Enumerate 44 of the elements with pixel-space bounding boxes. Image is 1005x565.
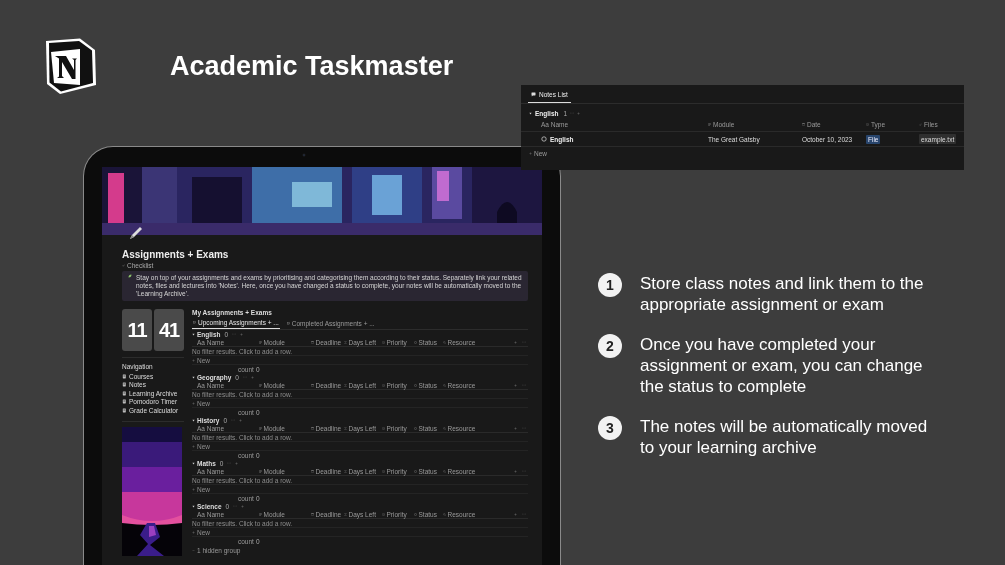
page-icon: [122, 373, 127, 379]
caret-icon: [192, 418, 195, 422]
magnifier-icon: [443, 426, 446, 430]
lines-icon: [708, 123, 711, 126]
calendar-icon: [802, 123, 805, 126]
page-icon: [122, 382, 127, 388]
step-number: 3: [598, 416, 622, 440]
magnifier-icon: [443, 469, 446, 473]
page-title: Assignments + Exams: [122, 249, 230, 260]
hours-card: 11: [122, 309, 152, 351]
feature-text: The notes will be automatically moved to your learning archive: [640, 416, 929, 458]
circle-icon: [541, 136, 547, 142]
caret-icon: [192, 504, 195, 508]
speech-bubble-icon: [531, 92, 536, 97]
page-icon: [122, 390, 127, 396]
minutes-card: 41: [154, 309, 184, 351]
circle-icon: [414, 469, 417, 473]
lines-icon: [259, 512, 262, 516]
page-icon: [122, 407, 127, 413]
table-icon: [193, 321, 196, 324]
lines-icon: [259, 426, 262, 430]
magnifier-icon: [443, 383, 446, 387]
caret-icon: [192, 461, 195, 465]
step-number: 2: [598, 334, 622, 358]
pencil-icon: [128, 225, 144, 241]
caret-icon: [192, 332, 195, 336]
leaf-icon: [128, 274, 132, 278]
table-icon: [286, 321, 290, 325]
lines-icon: [259, 469, 262, 473]
circle-icon: [414, 512, 417, 516]
circle-icon: [414, 340, 417, 344]
circle-icon: [414, 426, 417, 430]
caret-icon: [529, 111, 532, 115]
app-title: Academic Taskmaster: [170, 50, 454, 82]
feature-text: Store class notes and link them to the appropriate assignment or exam: [640, 273, 925, 315]
page-icon: [122, 399, 127, 405]
caret-icon: [192, 375, 195, 379]
step-number: 1: [598, 273, 622, 297]
feature-text: Once you have completed your assignment or exam, you can change the status to complete: [640, 334, 924, 397]
magnifier-icon: [443, 340, 446, 344]
lines-icon: [259, 383, 262, 387]
lines-icon: [259, 340, 262, 344]
magnifier-icon: [443, 512, 446, 516]
circle-icon: [414, 383, 417, 387]
